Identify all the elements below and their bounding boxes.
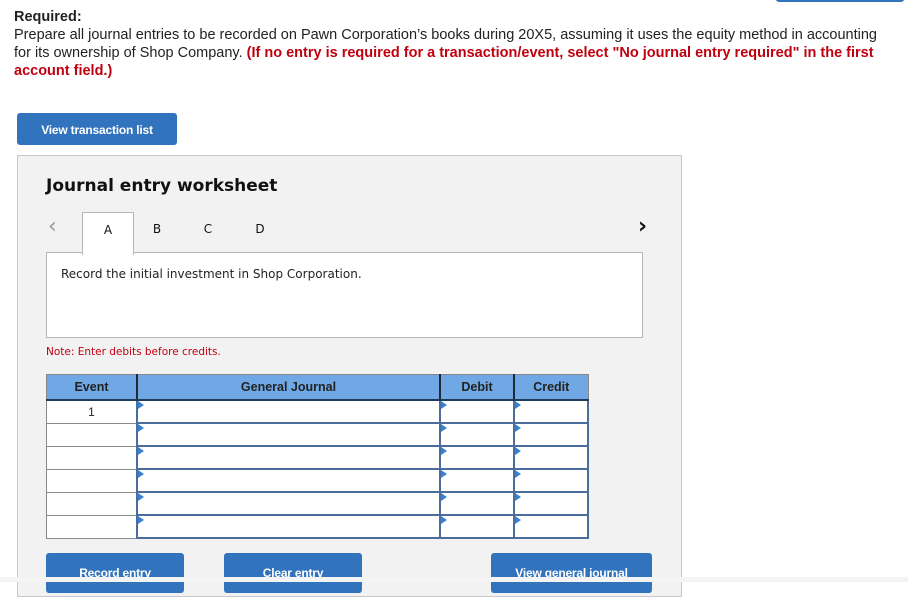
table-row bbox=[46, 468, 589, 493]
table-row bbox=[46, 491, 589, 516]
instructions: Required: Prepare all journal entries to… bbox=[14, 8, 894, 80]
view-transaction-list-button[interactable]: View transaction list bbox=[17, 113, 177, 145]
credit-input-cell[interactable] bbox=[513, 514, 589, 539]
debit-input-cell[interactable] bbox=[439, 422, 515, 447]
credit-input[interactable] bbox=[515, 493, 587, 514]
journal-entry-table: Event General Journal Debit Credit 1 bbox=[46, 374, 589, 539]
credit-input[interactable] bbox=[515, 447, 587, 468]
transaction-description: Record the initial investment in Shop Co… bbox=[61, 267, 362, 281]
header-general-journal: General Journal bbox=[136, 374, 441, 401]
credit-input[interactable] bbox=[515, 516, 587, 537]
credit-input[interactable] bbox=[515, 424, 587, 445]
tab-label: A bbox=[103, 223, 113, 237]
account-dropdown[interactable] bbox=[138, 447, 439, 468]
chevron-right-icon[interactable]: › bbox=[638, 216, 647, 238]
tab-d[interactable]: D bbox=[235, 212, 285, 253]
debit-input[interactable] bbox=[441, 447, 513, 468]
credit-input-cell[interactable] bbox=[513, 445, 589, 470]
credit-input-cell[interactable] bbox=[513, 491, 589, 516]
tab-label: D bbox=[255, 222, 265, 236]
event-cell bbox=[46, 445, 138, 470]
tab-b[interactable]: B bbox=[132, 212, 182, 253]
debit-input[interactable] bbox=[441, 516, 513, 537]
event-cell bbox=[46, 468, 138, 493]
chevron-left-icon[interactable]: ‹ bbox=[48, 216, 57, 238]
account-dropdown-cell[interactable] bbox=[136, 514, 441, 539]
debit-input[interactable] bbox=[441, 424, 513, 445]
debit-input[interactable] bbox=[441, 401, 513, 422]
table-row: 1 bbox=[46, 399, 589, 424]
event-cell bbox=[46, 422, 138, 447]
debit-input-cell[interactable] bbox=[439, 399, 515, 424]
account-dropdown[interactable] bbox=[138, 493, 439, 514]
account-dropdown[interactable] bbox=[138, 516, 439, 537]
credit-input[interactable] bbox=[515, 470, 587, 491]
tab-label: C bbox=[203, 222, 213, 236]
credit-input-cell[interactable] bbox=[513, 399, 589, 424]
tab-c[interactable]: C bbox=[183, 212, 233, 253]
journal-entry-worksheet: Journal entry worksheet ‹ A B C D › Reco… bbox=[17, 155, 682, 597]
worksheet-title: Journal entry worksheet bbox=[46, 176, 278, 196]
table-row bbox=[46, 422, 589, 447]
header-event: Event bbox=[46, 374, 138, 401]
event-cell bbox=[46, 514, 138, 539]
account-dropdown-cell[interactable] bbox=[136, 422, 441, 447]
debit-credit-note: Note: Enter debits before credits. bbox=[46, 346, 221, 358]
instructions-heading: Required: bbox=[14, 9, 82, 25]
debit-input[interactable] bbox=[441, 470, 513, 491]
credit-input-cell[interactable] bbox=[513, 422, 589, 447]
table-header-row: Event General Journal Debit Credit bbox=[46, 374, 589, 401]
account-dropdown-cell[interactable] bbox=[136, 468, 441, 493]
header-credit: Credit bbox=[513, 374, 589, 401]
account-dropdown[interactable] bbox=[138, 470, 439, 491]
tab-label: B bbox=[152, 222, 162, 236]
record-entry-button[interactable]: Record entry bbox=[46, 553, 184, 593]
account-dropdown[interactable] bbox=[138, 401, 439, 422]
table-row bbox=[46, 445, 589, 470]
account-dropdown-cell[interactable] bbox=[136, 491, 441, 516]
credit-input-cell[interactable] bbox=[513, 468, 589, 493]
debit-input-cell[interactable] bbox=[439, 491, 515, 516]
view-general-journal-button[interactable]: View general journal bbox=[491, 553, 652, 593]
debit-input-cell[interactable] bbox=[439, 514, 515, 539]
partial-top-button[interactable] bbox=[776, 0, 904, 2]
account-dropdown-cell[interactable] bbox=[136, 445, 441, 470]
bottom-edge bbox=[0, 577, 908, 582]
tab-a[interactable]: A bbox=[82, 212, 134, 255]
header-debit: Debit bbox=[439, 374, 515, 401]
account-dropdown-cell[interactable] bbox=[136, 399, 441, 424]
account-dropdown[interactable] bbox=[138, 424, 439, 445]
debit-input[interactable] bbox=[441, 493, 513, 514]
clear-entry-button[interactable]: Clear entry bbox=[224, 553, 362, 593]
credit-input[interactable] bbox=[515, 401, 587, 422]
table-row bbox=[46, 514, 589, 539]
event-cell: 1 bbox=[46, 399, 138, 424]
debit-input-cell[interactable] bbox=[439, 445, 515, 470]
debit-input-cell[interactable] bbox=[439, 468, 515, 493]
transaction-description-box: Record the initial investment in Shop Co… bbox=[46, 252, 643, 338]
event-cell bbox=[46, 491, 138, 516]
